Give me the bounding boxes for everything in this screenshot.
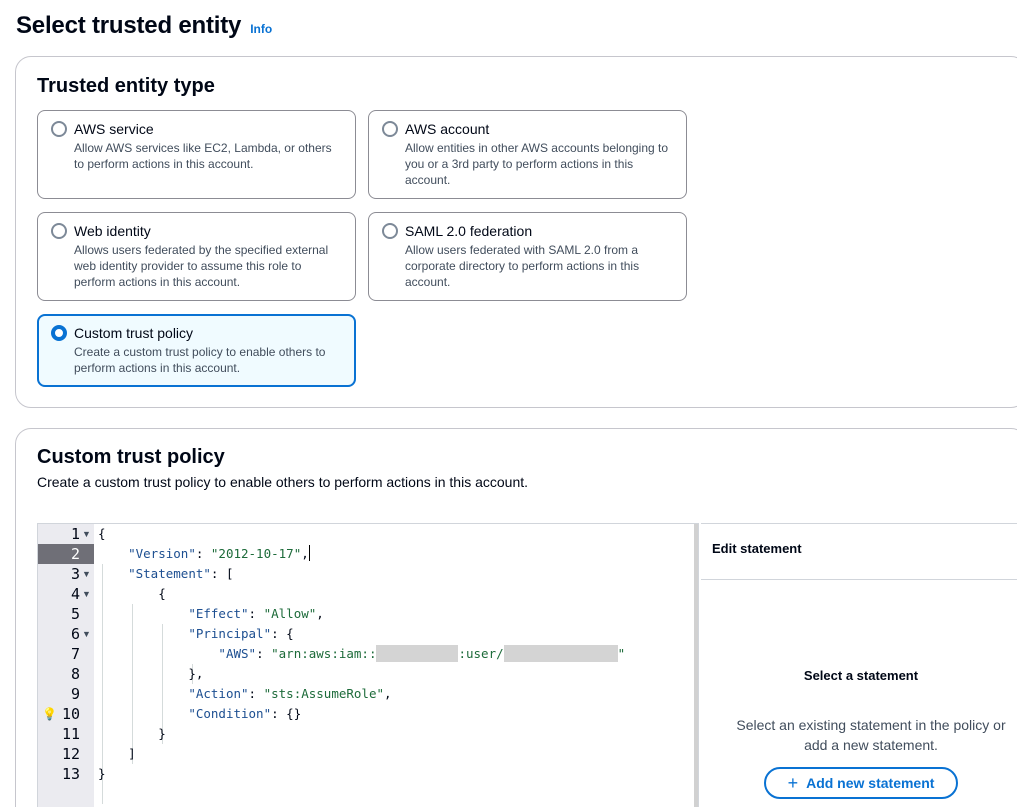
fold-arrow-icon[interactable]: ▼ bbox=[82, 569, 91, 579]
radio-custom-trust-policy[interactable] bbox=[51, 325, 67, 341]
code-text: "Principal": { bbox=[188, 626, 294, 641]
code-line: 8 }, bbox=[38, 664, 698, 684]
edit-statement-panel: Edit statement Select a statement Select… bbox=[701, 523, 1017, 807]
trusted-entity-title: Trusted entity type bbox=[37, 75, 215, 97]
option-aws-account[interactable]: AWS account Allow entities in other AWS … bbox=[368, 110, 687, 199]
option-label: Custom trust policy bbox=[74, 325, 194, 341]
empty-state-title: Select a statement bbox=[803, 668, 919, 683]
option-custom-trust-policy[interactable]: Custom trust policy Create a custom trus… bbox=[37, 314, 356, 387]
code-line: 1 ▼ { bbox=[38, 524, 698, 544]
custom-trust-policy-panel: Custom trust policy Create a custom trus… bbox=[15, 428, 1017, 807]
line-number: 8 bbox=[70, 665, 80, 683]
option-saml-federation[interactable]: SAML 2.0 federation Allow users federate… bbox=[368, 212, 687, 301]
code-line: 6 ▼ "Principal": { bbox=[38, 624, 698, 644]
option-description: Allow AWS services like EC2, Lambda, or … bbox=[74, 141, 332, 171]
option-label: SAML 2.0 federation bbox=[405, 223, 533, 239]
code-text: "AWS": "arn:aws:iam:::user/" bbox=[218, 645, 626, 662]
code-line: 4 ▼ { bbox=[38, 584, 698, 604]
code-text: { bbox=[158, 586, 166, 601]
radio-aws-service[interactable] bbox=[51, 121, 67, 137]
fold-arrow-icon[interactable]: ▼ bbox=[82, 529, 91, 539]
policy-description: Create a custom trust policy to enable o… bbox=[37, 474, 529, 490]
line-number: 10 bbox=[61, 705, 80, 723]
code-text: } bbox=[98, 766, 106, 781]
option-description: Allow users federated with SAML 2.0 from… bbox=[405, 243, 640, 289]
option-description: Create a custom trust policy to enable o… bbox=[74, 345, 326, 375]
line-number: 11 bbox=[61, 725, 80, 743]
code-text: } bbox=[158, 726, 166, 741]
option-label: AWS service bbox=[74, 121, 154, 137]
code-text: }, bbox=[188, 666, 204, 681]
code-line: 11 } bbox=[38, 724, 698, 744]
option-description: Allow entities in other AWS accounts bel… bbox=[405, 141, 669, 187]
option-web-identity[interactable]: Web identity Allows users federated by t… bbox=[37, 212, 356, 301]
code-text: "Condition": {} bbox=[188, 706, 302, 721]
code-line: 9 "Action": "sts:AssumeRole", bbox=[38, 684, 698, 704]
line-number: 4 bbox=[70, 585, 80, 603]
policy-title: Custom trust policy bbox=[37, 446, 225, 468]
code-line: 💡 10 "Condition": {} bbox=[38, 704, 698, 724]
code-line-active: 2 "Version": "2012-10-17", bbox=[38, 544, 698, 564]
code-text: "Version": "2012-10-17", bbox=[128, 545, 310, 561]
radio-saml-federation[interactable] bbox=[382, 223, 398, 239]
line-number: 1 bbox=[70, 525, 80, 543]
empty-state-text: Select an existing statement in the poli… bbox=[736, 717, 1006, 753]
radio-aws-account[interactable] bbox=[382, 121, 398, 137]
editor-scrollbar[interactable] bbox=[694, 524, 698, 807]
code-text: "Action": "sts:AssumeRole", bbox=[188, 686, 392, 701]
redacted-user-name bbox=[503, 645, 618, 662]
add-new-statement-button[interactable]: + Add new statement bbox=[764, 767, 958, 799]
code-line: 7 "AWS": "arn:aws:iam:::user/" bbox=[38, 644, 698, 664]
text-cursor bbox=[308, 545, 310, 561]
line-number: 5 bbox=[70, 605, 80, 623]
radio-web-identity[interactable] bbox=[51, 223, 67, 239]
option-description: Allows users federated by the specified … bbox=[74, 243, 329, 289]
line-number: 12 bbox=[61, 745, 80, 763]
trusted-entity-panel: Trusted entity type AWS service Allow AW… bbox=[15, 56, 1017, 408]
fold-arrow-icon[interactable]: ▼ bbox=[82, 629, 91, 639]
line-number: 3 bbox=[70, 565, 80, 583]
code-line: 3 ▼ "Statement": [ bbox=[38, 564, 698, 584]
code-line: 5 "Effect": "Allow", bbox=[38, 604, 698, 624]
code-line: 13 } bbox=[38, 764, 698, 784]
policy-code-editor[interactable]: 1 ▼ { 2 "Version": "2012-10-17", 3 ▼ "St… bbox=[37, 523, 699, 807]
line-number: 7 bbox=[70, 645, 80, 663]
add-new-statement-label: Add new statement bbox=[806, 775, 935, 791]
edit-statement-header: Edit statement bbox=[701, 524, 1017, 580]
code-line: 12 ] bbox=[38, 744, 698, 764]
line-number: 6 bbox=[70, 625, 80, 643]
fold-arrow-icon[interactable]: ▼ bbox=[82, 589, 91, 599]
option-label: AWS account bbox=[405, 121, 490, 137]
plus-icon: + bbox=[787, 773, 799, 793]
line-number: 2 bbox=[38, 544, 94, 564]
option-aws-service[interactable]: AWS service Allow AWS services like EC2,… bbox=[37, 110, 356, 199]
code-text: ] bbox=[128, 746, 136, 761]
redacted-account-id bbox=[376, 645, 459, 662]
line-number: 13 bbox=[61, 765, 80, 783]
code-text: "Statement": [ bbox=[128, 566, 234, 581]
page-title: Select trusted entity bbox=[16, 12, 242, 39]
page-header: Select trusted entity Info bbox=[16, 12, 272, 40]
line-number: 9 bbox=[70, 685, 80, 703]
code-text: "Effect": "Allow", bbox=[188, 606, 324, 621]
code-text: { bbox=[98, 526, 106, 541]
info-link[interactable]: Info bbox=[250, 22, 272, 36]
option-label: Web identity bbox=[74, 223, 151, 239]
